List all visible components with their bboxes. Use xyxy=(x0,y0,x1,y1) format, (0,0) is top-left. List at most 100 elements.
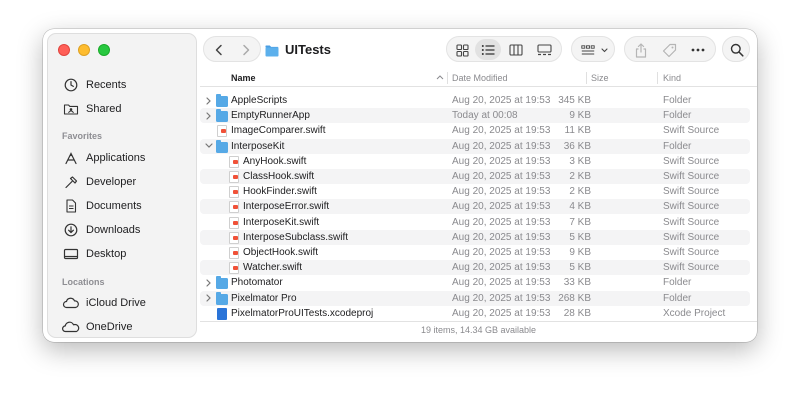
disclosure-chevron-down-icon[interactable] xyxy=(205,141,213,151)
file-date-modified: Aug 20, 2025 at 19:53 xyxy=(452,95,551,106)
file-date-modified: Aug 20, 2025 at 19:53 xyxy=(452,292,551,304)
file-kind: Swift Source xyxy=(663,125,720,137)
sidebar-item-documents[interactable]: Documents xyxy=(62,196,142,216)
folder-icon xyxy=(216,109,228,123)
share-button[interactable] xyxy=(629,40,653,60)
folder-icon xyxy=(216,291,228,305)
columns-icon xyxy=(509,44,523,56)
sidebar-item-label: Recents xyxy=(86,79,127,91)
sidebar-item-icloud-drive[interactable]: iCloud Drive xyxy=(62,293,146,313)
icon-view-button[interactable] xyxy=(451,41,473,59)
sidebar-item-label: Downloads xyxy=(86,224,141,236)
disclosure-chevron-right-icon[interactable] xyxy=(205,293,213,303)
file-name: InterposeKit.swift xyxy=(243,216,320,228)
desktop-icon xyxy=(62,246,80,262)
sidebar-item-downloads[interactable]: Downloads xyxy=(62,220,140,240)
column-divider[interactable] xyxy=(447,72,448,84)
file-row[interactable]: Photomator Aug 20, 2025 at 19:53 33 KB Fold… xyxy=(200,275,750,290)
file-date-modified: Today at 00:08 xyxy=(452,110,518,122)
disclosure-chevron-right-icon[interactable] xyxy=(205,278,213,288)
file-name: ClassHook.swift xyxy=(243,171,315,182)
sidebar-item-onedrive[interactable]: OneDrive xyxy=(62,317,132,337)
column-divider[interactable] xyxy=(657,72,658,84)
hammer-icon xyxy=(62,174,80,190)
window-title-text: UITests xyxy=(285,41,331,57)
file-row[interactable]: InterposeError.swift Aug 20, 2025 at 19:5… xyxy=(200,199,750,215)
file-row[interactable]: InterposeSubclass.swift Aug 20, 2025 at 1… xyxy=(200,229,750,245)
sidebar-item-label: Desktop xyxy=(86,248,127,260)
file-name: InterposeKit xyxy=(231,140,285,152)
file-size: 33 KB xyxy=(563,277,591,289)
disclosure-chevron-right-icon[interactable] xyxy=(205,96,213,106)
sort-ascending-icon xyxy=(436,72,444,82)
column-date-modified[interactable]: Date Modified xyxy=(452,73,508,83)
file-row[interactable]: ImageComparer.swift Aug 20, 2025 at 19:53… xyxy=(200,123,750,138)
file-kind: Swift Source xyxy=(663,186,720,198)
file-name: ObjectHook.swift xyxy=(243,247,319,258)
list-icon xyxy=(481,45,495,55)
more-button[interactable] xyxy=(685,40,711,60)
file-row[interactable]: ObjectHook.swift Aug 20, 2025 at 19:53 9 K… xyxy=(200,245,750,260)
file-name: Watcher.swift xyxy=(243,262,303,274)
file-row[interactable]: ClassHook.swift Aug 20, 2025 at 19:53 2 KB… xyxy=(200,169,750,184)
sidebar-item-label: Shared xyxy=(86,103,122,115)
sidebar-item-label: Applications xyxy=(86,152,146,164)
file-kind: Swift Source xyxy=(663,247,720,258)
swift-file-icon xyxy=(229,216,239,229)
file-size: 2 KB xyxy=(569,171,591,182)
file-row[interactable]: EmptyRunnerApp Today at 00:08 9 KB Folder xyxy=(200,108,750,124)
file-size: 345 KB xyxy=(558,95,591,106)
sidebar-item-label: OneDrive xyxy=(86,321,133,333)
file-name: AnyHook.swift xyxy=(243,155,307,167)
file-date-modified: Aug 20, 2025 at 19:53 xyxy=(452,277,551,289)
sidebar-item-label: Documents xyxy=(86,200,142,212)
column-kind[interactable]: Kind xyxy=(663,73,681,83)
cloud-icon xyxy=(62,295,80,311)
window-controls xyxy=(58,44,110,56)
back-button[interactable] xyxy=(208,41,230,59)
disclosure-chevron-right-icon[interactable] xyxy=(205,111,213,121)
column-view-button[interactable] xyxy=(505,41,527,59)
gallery-icon xyxy=(536,44,552,56)
file-name: EmptyRunnerApp xyxy=(231,110,310,122)
column-divider[interactable] xyxy=(586,72,587,84)
sidebar-item-developer[interactable]: Developer xyxy=(62,172,136,192)
minimize-button[interactable] xyxy=(78,44,90,56)
folder-icon xyxy=(216,94,228,107)
forward-button[interactable] xyxy=(235,41,257,59)
column-name[interactable]: Name xyxy=(231,73,256,83)
swift-file-icon xyxy=(229,171,239,183)
sidebar-item-desktop[interactable]: Desktop xyxy=(62,244,126,264)
file-date-modified: Aug 20, 2025 at 19:53 xyxy=(452,216,551,228)
sidebar-item-applications[interactable]: Applications xyxy=(62,148,145,168)
file-date-modified: Aug 20, 2025 at 19:53 xyxy=(452,247,551,258)
file-date-modified: Aug 20, 2025 at 19:53 xyxy=(452,262,551,274)
file-kind: Folder xyxy=(663,140,692,152)
tag-button[interactable] xyxy=(657,40,681,60)
column-size[interactable]: Size xyxy=(591,73,609,83)
file-kind: Swift Source xyxy=(663,171,720,182)
file-row[interactable]: HookFinder.swift Aug 20, 2025 at 19:53 2 K… xyxy=(200,184,750,199)
list-view-button[interactable] xyxy=(477,41,499,59)
file-row[interactable]: InterposeKit Aug 20, 2025 at 19:53 36 KB Fo… xyxy=(200,138,750,154)
sidebar-item-recents[interactable]: Recents xyxy=(62,75,126,95)
action-group xyxy=(624,36,716,62)
search-button[interactable] xyxy=(722,36,750,62)
file-row[interactable]: AnyHook.swift Aug 20, 2025 at 19:53 3 KB Sw… xyxy=(200,154,750,169)
file-name: PixelmatorProUITests.xcodeproj xyxy=(231,307,374,319)
gallery-view-button[interactable] xyxy=(533,41,555,59)
zoom-button[interactable] xyxy=(98,44,110,56)
swift-file-icon xyxy=(229,155,239,168)
sidebar-item-shared[interactable]: Shared xyxy=(62,99,121,119)
file-name: Photomator xyxy=(231,277,283,289)
file-row[interactable]: PixelmatorProUITests.xcodeproj Aug 20, 20… xyxy=(200,306,750,321)
close-button[interactable] xyxy=(58,44,70,56)
file-kind: Folder xyxy=(663,292,692,304)
file-size: 2 KB xyxy=(569,186,591,198)
file-row[interactable]: AppleScripts Aug 20, 2025 at 19:53 345 KB F… xyxy=(200,93,750,108)
window-title: UITests xyxy=(265,40,331,58)
file-row[interactable]: InterposeKit.swift Aug 20, 2025 at 19:53 7… xyxy=(200,215,750,230)
file-row[interactable]: Watcher.swift Aug 20, 2025 at 19:53 5 KB Sw… xyxy=(200,260,750,276)
file-row[interactable]: Pixelmator Pro Aug 20, 2025 at 19:53 268 K… xyxy=(200,290,750,306)
group-by-button[interactable] xyxy=(571,36,615,62)
